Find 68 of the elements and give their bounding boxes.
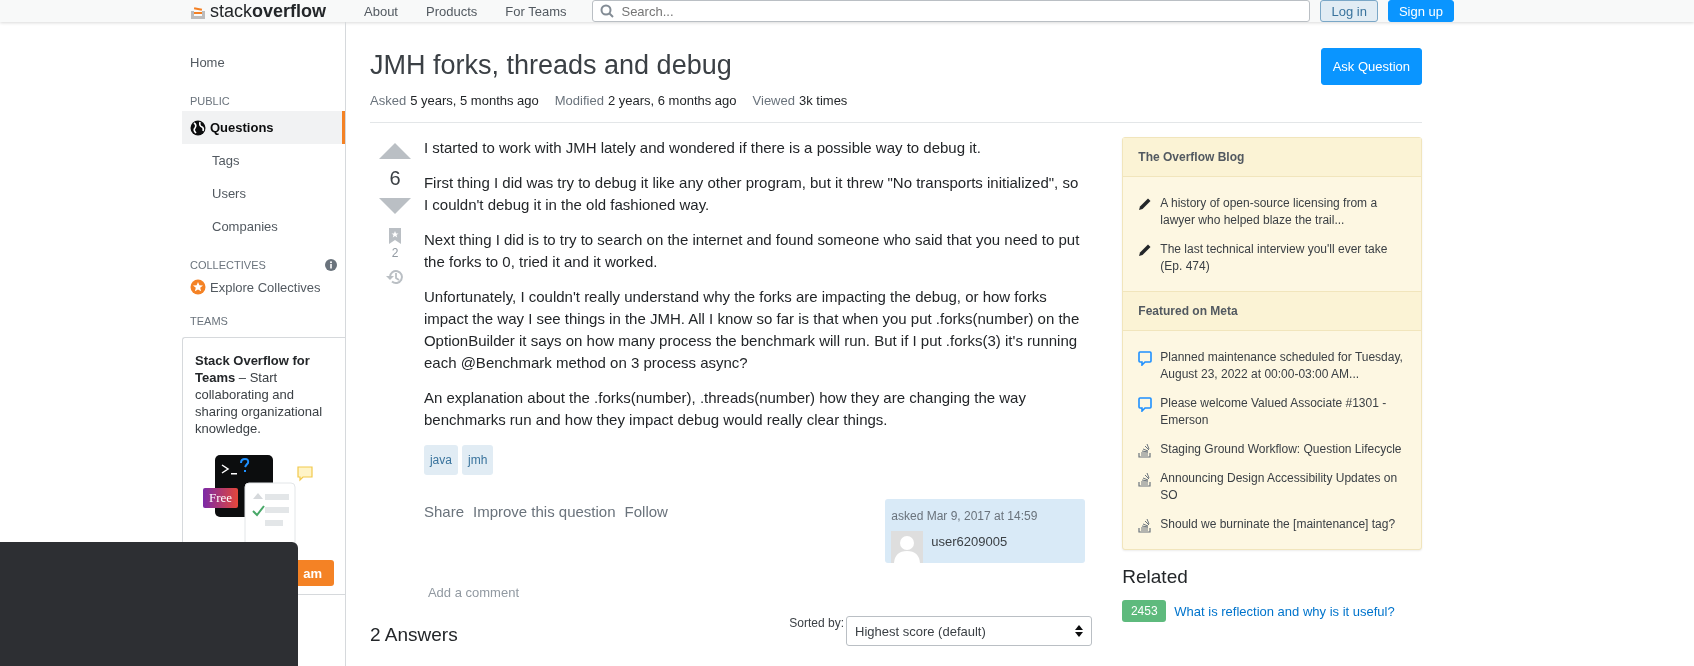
site-logo[interactable]: stackoverflow <box>210 0 327 22</box>
question-paragraph: Next thing I did is to try to search on the internet and found someone who said that you need to put the forks to 0, tried it and it worked. <box>423 230 1081 272</box>
widget-heading: The Overflow Blog <box>1123 138 1421 177</box>
avatar-icon <box>891 531 924 563</box>
widget-link[interactable]: The last technical interview you'll ever take (Ep. 474) <box>1160 241 1406 275</box>
meta-value: 2 years, 6 months ago <box>607 93 737 108</box>
post-action-link[interactable]: Share <box>423 501 464 563</box>
nav-item[interactable]: Questions <box>182 111 345 144</box>
related-link[interactable]: What is reflection and why is it useful? <box>1174 603 1395 619</box>
widget-link[interactable]: Staging Ground Workflow: Question Lifecycle <box>1160 441 1402 458</box>
speech-bubble-icon <box>1138 351 1153 366</box>
related-heading: Related <box>1122 566 1189 588</box>
stack-icon <box>1138 443 1153 458</box>
nav-item[interactable]: Tags <box>182 144 345 177</box>
speech-bubble-icon <box>1138 397 1153 412</box>
widget-heading: Featured on Meta <box>1123 291 1421 331</box>
vote-count: 6 <box>389 167 401 190</box>
question-paragraph: I started to work with JMH lately and wondered if there is a possible way to debug it. <box>423 138 982 158</box>
question-title: JMH forks, threads and debug <box>370 49 732 82</box>
tag-link[interactable]: jmh <box>461 445 494 475</box>
nav-item[interactable]: Explore Collectives <box>182 275 345 299</box>
meta-value: 3k times <box>798 93 848 108</box>
question-paragraph: Unfortunately, I couldn't really understand why the forks are impacting the debug, or how forks impact the way I see things in the JMH. All I know so far is that when you put .forks(number) on the OptionBuilder it says on how many process the benchmark will run. But if I put .forks(3) it's running each @Benchmark method on 3 process async? <box>423 287 1081 373</box>
history-icon[interactable] <box>385 268 404 286</box>
stack-icon <box>1138 518 1153 533</box>
widget-link[interactable]: Planned maintenance scheduled for Tuesday, August 23, 2022 at 00:00-03:00 AM... <box>1160 349 1406 383</box>
meta-value: 5 years, 5 months ago <box>410 93 539 108</box>
pencil-icon <box>1138 197 1153 211</box>
nav-link[interactable]: For Teams <box>491 3 581 19</box>
nav-item[interactable]: Home <box>182 46 345 79</box>
bookmark-count: 2 <box>391 246 399 260</box>
widget-link[interactable]: Announcing Design Accessibility Updates on SO <box>1160 470 1406 504</box>
globe-icon <box>190 119 206 136</box>
widget-link[interactable]: Please welcome Valued Associate #1301 - Emerson <box>1160 395 1406 429</box>
auth-button[interactable]: Log in <box>1320 0 1378 22</box>
meta-label: Modified <box>554 93 604 108</box>
nav-link[interactable]: About <box>350 3 412 19</box>
upvote-icon[interactable] <box>378 143 411 159</box>
nav-item[interactable]: Users <box>182 177 345 210</box>
star-badge-icon <box>190 279 206 295</box>
tag-link[interactable]: java <box>423 445 458 475</box>
section-heading: COLLECTIVES <box>190 259 266 271</box>
stack-icon <box>1138 472 1153 487</box>
bookmark-icon[interactable] <box>388 228 401 244</box>
asked-date: asked Mar 9, 2017 at 14:59 <box>891 508 1039 525</box>
sort-caret-icon <box>1075 625 1083 637</box>
sort-select[interactable]: Highest score (default) <box>846 616 1092 646</box>
free-badge: Free <box>203 488 239 508</box>
section-heading: PUBLIC <box>190 95 230 107</box>
question-paragraph: First thing I did was try to debug it like any other program, but it threw "No transports initialized", so I couldn't debug it in the old fashioned way. <box>423 173 1080 215</box>
question-paragraph: An explanation about the .forks(number), .threads(number) how they are changing the way benchmarks run and how they impact debug would really clear things. <box>423 388 1027 430</box>
widget-link[interactable]: A history of open-source licensing from a lawyer who helped blaze the trail... <box>1160 195 1406 229</box>
downvote-icon[interactable] <box>378 198 411 214</box>
score-badge: 2453 <box>1122 600 1167 622</box>
post-action-link[interactable]: Follow <box>624 501 668 563</box>
nav-item[interactable]: Companies <box>182 210 345 243</box>
post-action-link[interactable]: Improve this question <box>473 501 616 563</box>
meta-label: Asked <box>370 93 407 108</box>
answers-heading: 2 Answers <box>370 624 458 646</box>
nav-link[interactable]: Products <box>412 3 492 19</box>
search-field[interactable]: Search... <box>592 0 1311 22</box>
section-heading: TEAMS <box>190 315 228 327</box>
meta-label: Viewed <box>752 93 795 108</box>
pencil-icon <box>1138 243 1153 257</box>
user-name-link[interactable]: user6209005 <box>931 531 1008 563</box>
widget-link[interactable]: Should we burninate the [maintenance] tag? <box>1160 516 1396 533</box>
sort-label: Sorted by: <box>789 616 844 630</box>
teams-promo-text: Stack Overflow for Teams – Start collaborating and sharing organizational knowledge. <box>195 352 324 437</box>
